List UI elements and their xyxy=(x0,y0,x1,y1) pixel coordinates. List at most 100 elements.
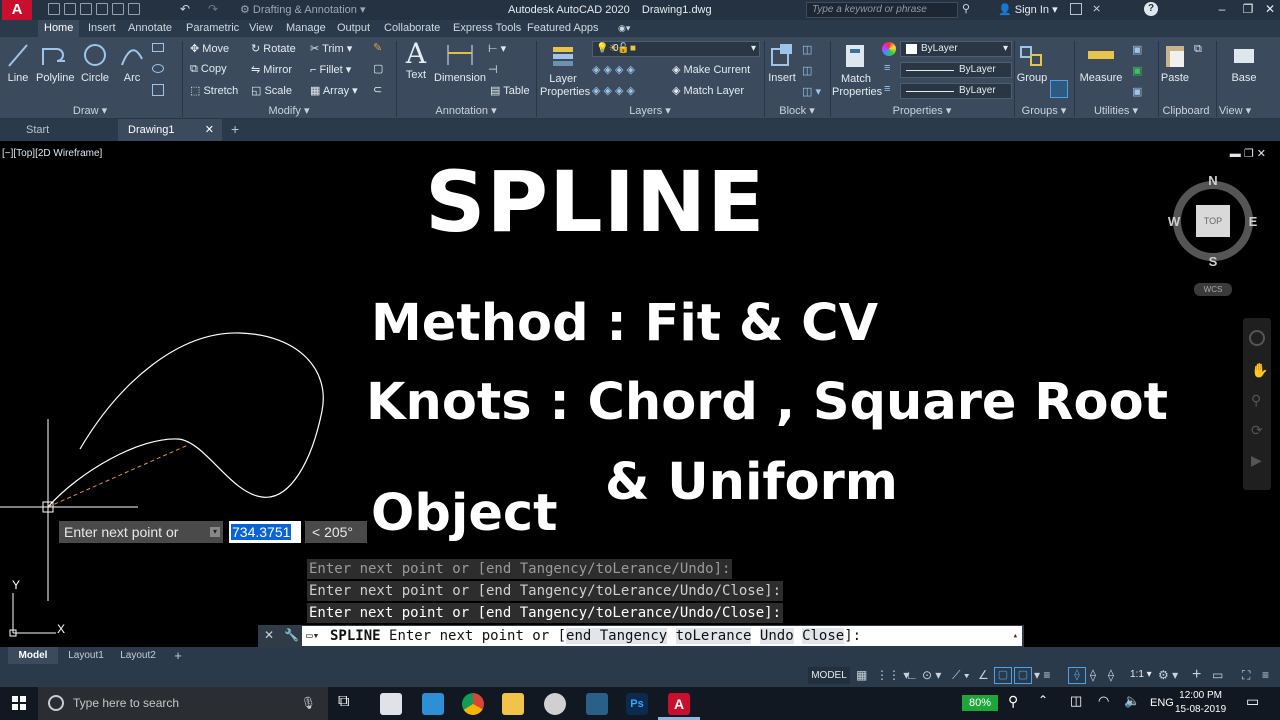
paste-button[interactable]: Paste xyxy=(1160,41,1190,84)
battery-indicator[interactable]: 80% xyxy=(962,695,998,711)
compass-n[interactable]: N xyxy=(1208,173,1217,188)
array-button[interactable]: ▦ Array ▾ xyxy=(310,84,358,97)
autocad-app-icon[interactable]: A xyxy=(668,693,690,715)
option-end-tangency[interactable]: end Tangency xyxy=(566,628,668,644)
autocad-logo-button[interactable]: A xyxy=(2,0,32,20)
insert-button[interactable]: Insert xyxy=(766,41,798,84)
offset-icon[interactable]: ⊂ xyxy=(373,83,382,96)
microphone-icon[interactable]: 🎙 xyxy=(301,687,316,720)
workspace-gear-icon[interactable]: ⚙ ▾ xyxy=(1158,668,1178,682)
maximize-button[interactable]: ❐ xyxy=(1240,2,1256,16)
redo-icon[interactable]: ↷ xyxy=(208,2,218,16)
minimize-button[interactable]: – xyxy=(1214,2,1230,16)
groups-panel-title[interactable]: Groups ▾ xyxy=(1016,104,1072,119)
people-icon[interactable]: ⚲ xyxy=(1008,693,1018,710)
new-icon[interactable] xyxy=(48,3,60,15)
volume-icon[interactable]: 🔈 xyxy=(1124,693,1140,709)
help-icon[interactable]: ? xyxy=(1144,2,1158,16)
photoshop-app-icon[interactable]: Ps xyxy=(626,693,648,715)
plot-icon[interactable] xyxy=(128,3,140,15)
block-panel-title[interactable]: Block ▾ xyxy=(766,104,828,119)
tab-view[interactable]: View xyxy=(249,20,273,37)
text-button[interactable]: A Text xyxy=(402,39,430,82)
network-icon[interactable]: ◫ xyxy=(1070,693,1082,709)
tab-collaborate[interactable]: Collaborate xyxy=(384,20,440,37)
search-input[interactable]: Type a keyword or phrase xyxy=(806,2,958,18)
model-space-button[interactable]: MODEL xyxy=(808,667,850,684)
match-layer-button[interactable]: ◈ Match Layer xyxy=(672,84,744,97)
dynamic-angle-input[interactable]: < 205° xyxy=(305,521,367,543)
tab-home[interactable]: Home xyxy=(38,20,80,37)
orbit-icon[interactable]: ⟳ xyxy=(1251,422,1263,439)
block-attribute-icon[interactable]: ◫ ▾ xyxy=(802,85,821,98)
create-block-icon[interactable]: ◫ xyxy=(802,43,812,56)
customization-icon[interactable]: ≡ xyxy=(1262,668,1269,682)
file-explorer-icon[interactable] xyxy=(502,693,524,715)
leader-icon[interactable]: ⊢ ▾ xyxy=(488,42,506,55)
color-wheel-icon[interactable] xyxy=(882,42,896,56)
isodraft-icon[interactable]: ⟋ ▾ xyxy=(952,668,970,683)
viewport-minimize-icon[interactable]: ▬ xyxy=(1230,148,1241,160)
scale-button[interactable]: ◱ Scale xyxy=(251,84,292,97)
clean-screen-icon[interactable]: ⛶ xyxy=(1242,668,1250,683)
viewport-restore-icon[interactable]: ❐ xyxy=(1244,148,1254,160)
clipboard-panel-title[interactable]: Clipboard xyxy=(1158,104,1214,119)
language-indicator[interactable]: ENG xyxy=(1150,697,1174,709)
measure-button[interactable]: Measure xyxy=(1078,41,1124,84)
file-tab-drawing1[interactable]: Drawing1 ✕ xyxy=(118,119,222,141)
grid-icon[interactable]: ▦ xyxy=(856,668,867,682)
calculator-icon[interactable]: ▣ xyxy=(1132,64,1142,77)
polyline-button[interactable]: Polyline xyxy=(36,41,75,84)
store-app-icon[interactable] xyxy=(422,693,444,715)
close-tab-icon[interactable]: ✕ xyxy=(205,119,214,141)
save-as-icon[interactable] xyxy=(96,3,108,15)
quick-select-icon[interactable]: ▣ xyxy=(1132,43,1142,56)
move-button[interactable]: ✥ Move xyxy=(190,42,229,55)
zoom-icon[interactable]: ⚲ xyxy=(1251,392,1261,409)
fillet-button[interactable]: ⌐ Fillet ▾ xyxy=(310,63,351,76)
utility-app-icon[interactable] xyxy=(544,693,566,715)
new-tab-button[interactable]: + xyxy=(224,119,244,141)
options-arrow-icon[interactable]: ▾ xyxy=(210,527,220,537)
edit-block-icon[interactable]: ◫ xyxy=(802,64,812,77)
object-snap-icon[interactable]: ▢ xyxy=(994,667,1012,684)
stretch-button[interactable]: ⬚ Stretch xyxy=(190,84,238,97)
workspace-switcher[interactable]: ⚙ Drafting & Annotation ▾ xyxy=(240,0,365,20)
clock[interactable]: 12:00 PM 15-08-2019 xyxy=(1175,689,1226,717)
annotation-visibility-icon[interactable]: ⟠ xyxy=(1068,667,1086,684)
auto-scale-icon[interactable]: ⟠ xyxy=(1090,668,1096,682)
group-select-icon[interactable] xyxy=(1050,80,1068,98)
modify-panel-title[interactable]: Modify ▾ xyxy=(184,104,394,119)
notification-tray-icon[interactable]: ⌃ xyxy=(1038,693,1048,707)
ribbon-options-icon[interactable]: ◉▾ xyxy=(618,20,630,37)
compass-e[interactable]: E xyxy=(1249,214,1258,229)
sign-in-button[interactable]: 👤 Sign In ▾ xyxy=(998,0,1058,20)
layer-properties-button[interactable]: Layer Properties xyxy=(540,41,590,99)
windows-start-icon[interactable] xyxy=(12,696,26,710)
annotation-scale-dropdown[interactable]: 1:1 ▾ xyxy=(1130,669,1152,680)
recent-commands-icon[interactable]: ▭▾ xyxy=(306,626,319,646)
undo-icon[interactable]: ↶ xyxy=(180,2,190,16)
tab-parametric[interactable]: Parametric xyxy=(186,20,239,37)
tab-model[interactable]: Model xyxy=(8,647,58,664)
polar-icon[interactable]: ⊙ ▾ xyxy=(922,668,941,682)
open-icon[interactable] xyxy=(64,3,76,15)
annotation-panel-title[interactable]: Annotation ▾ xyxy=(398,104,534,119)
drawing-area[interactable]: [−][Top][2D Wireframe] ▬ ❐ ✕ Y X TOP N S xyxy=(0,141,1280,647)
ortho-icon[interactable]: ∟ xyxy=(906,668,918,682)
utilities-panel-title[interactable]: Utilities ▾ xyxy=(1076,104,1156,119)
customize-wrench-icon[interactable]: 🔧 xyxy=(284,628,299,642)
base-button[interactable]: Base xyxy=(1226,41,1262,84)
copy-button[interactable]: ⧉ Copy xyxy=(190,63,227,76)
task-view-icon[interactable]: ⧉ xyxy=(338,693,349,711)
draw-panel-title[interactable]: Draw ▾ xyxy=(0,104,180,119)
dimension-button[interactable]: Dimension xyxy=(434,41,486,84)
viewcube[interactable]: TOP N S E W xyxy=(1168,173,1258,273)
wcs-menu[interactable]: WCS xyxy=(1194,283,1232,296)
showmotion-icon[interactable]: ▶ xyxy=(1251,452,1262,469)
web-mobile-icon[interactable] xyxy=(112,3,124,15)
connect-icon[interactable]: ⨯ xyxy=(1092,2,1101,15)
tab-layout2[interactable]: Layout2 xyxy=(114,647,162,664)
option-undo[interactable]: Undo xyxy=(759,628,794,644)
command-input[interactable]: ▭▾ SPLINE Enter next point or [end Tange… xyxy=(302,626,1022,646)
